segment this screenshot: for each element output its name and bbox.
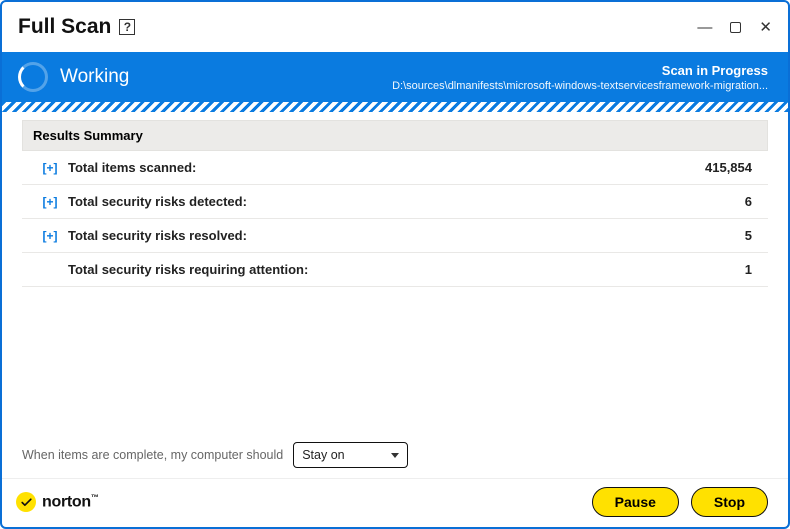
results-summary-header: Results Summary [22, 120, 768, 151]
minimize-icon[interactable]: — [697, 20, 712, 35]
completion-label: When items are complete, my computer sho… [22, 448, 283, 462]
maximize-icon[interactable] [730, 22, 741, 33]
close-icon[interactable]: ✕ [759, 20, 772, 35]
expand-toggle[interactable]: [+] [32, 161, 68, 175]
pause-button[interactable]: Pause [592, 487, 679, 517]
scan-window: Full Scan ? — ✕ Working Scan in Progress… [0, 0, 790, 529]
summary-row: Total security risks requiring attention… [22, 253, 768, 287]
expand-toggle[interactable]: [+] [32, 195, 68, 209]
row-label: Total security risks requiring attention… [68, 262, 308, 277]
row-value: 415,854 [705, 160, 758, 175]
completion-selected: Stay on [302, 448, 344, 462]
brand-logo: norton™ [16, 492, 99, 512]
brand-text: norton [42, 493, 91, 510]
status-label: Working [60, 66, 129, 88]
footer-buttons: Pause Stop [592, 487, 768, 517]
stop-button[interactable]: Stop [691, 487, 768, 517]
expand-toggle[interactable]: [+] [32, 229, 68, 243]
content-area: Results Summary [+] Total items scanned:… [2, 112, 788, 478]
help-icon[interactable]: ? [119, 19, 135, 35]
completion-select[interactable]: Stay on [293, 442, 408, 468]
status-band: Working Scan in Progress D:\sources\dlma… [2, 52, 788, 102]
trademark: ™ [91, 493, 99, 502]
window-controls: — ✕ [697, 20, 772, 35]
row-label: Total security risks detected: [68, 194, 247, 209]
check-shield-icon [16, 492, 36, 512]
row-label: Total items scanned: [68, 160, 196, 175]
footer: norton™ Pause Stop [2, 478, 788, 527]
current-path: D:\sources\dlmanifests\microsoft-windows… [392, 80, 768, 92]
summary-row: [+] Total security risks resolved: 5 [22, 219, 768, 253]
completion-row: When items are complete, my computer sho… [22, 436, 768, 478]
row-value: 1 [745, 262, 758, 277]
row-value: 5 [745, 228, 758, 243]
spinner-icon [18, 62, 48, 92]
progress-stripe [2, 102, 788, 112]
window-title: Full Scan [18, 15, 111, 39]
progress-label: Scan in Progress [392, 63, 768, 78]
summary-row: [+] Total security risks detected: 6 [22, 185, 768, 219]
progress-info: Scan in Progress D:\sources\dlmanifests\… [392, 63, 768, 92]
titlebar: Full Scan ? — ✕ [2, 2, 788, 52]
row-label: Total security risks resolved: [68, 228, 247, 243]
brand-name: norton™ [42, 493, 99, 511]
summary-row: [+] Total items scanned: 415,854 [22, 151, 768, 185]
row-value: 6 [745, 194, 758, 209]
